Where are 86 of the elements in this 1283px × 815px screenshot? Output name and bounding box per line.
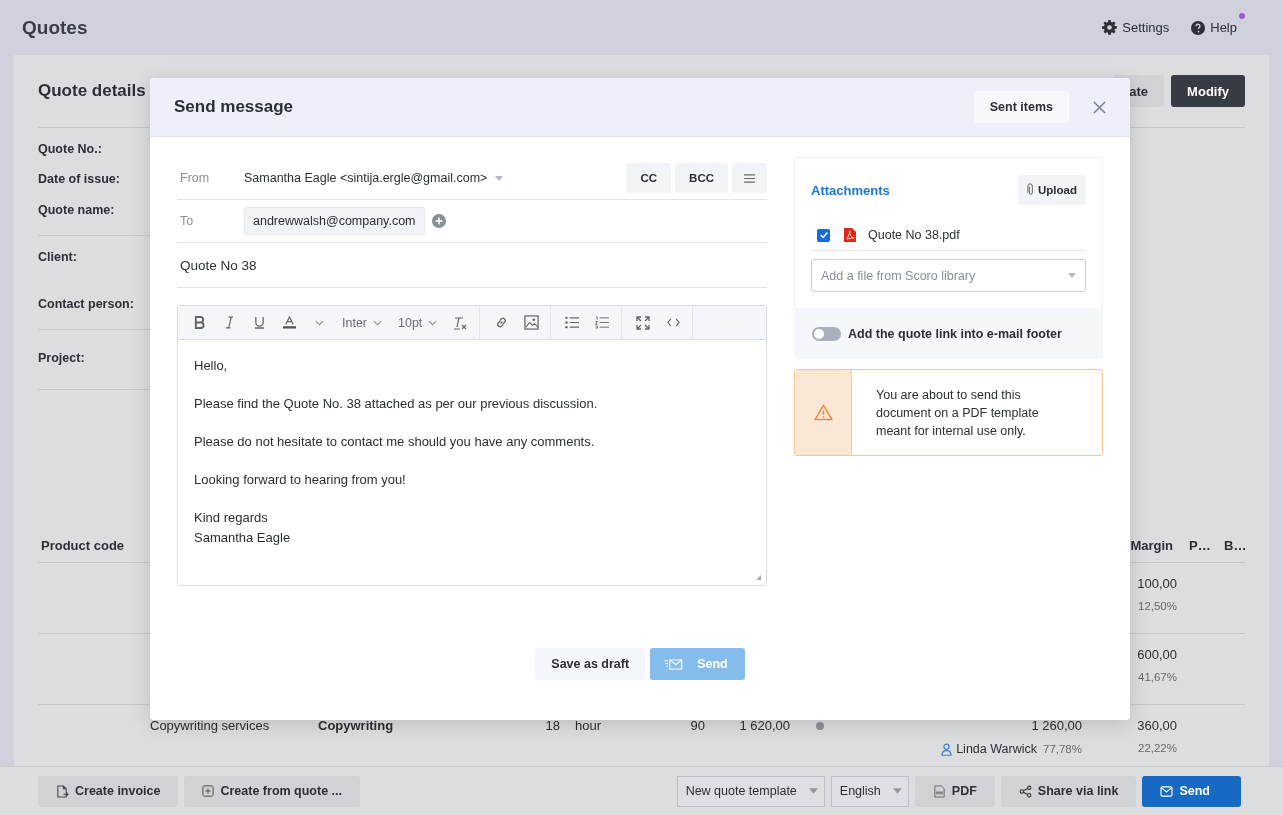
table-cell: 12,50% xyxy=(1138,600,1177,612)
table-cell: 1 260,00 xyxy=(1031,718,1082,733)
dialog-title: Send message xyxy=(174,97,294,117)
copy-button[interactable]: BCC xyxy=(675,163,728,193)
table-cell: 41,67% xyxy=(1138,671,1177,683)
attachments-title: Attachments xyxy=(811,182,890,198)
message-paragraph: Hello, xyxy=(194,357,229,375)
caret-icon xyxy=(495,175,504,181)
field-label: Quote No.: xyxy=(38,142,103,157)
toolbar-button[interactable]: Send xyxy=(1142,775,1241,807)
table-cell: 600,00 xyxy=(1137,647,1177,662)
document-icon xyxy=(932,784,946,798)
share-icon xyxy=(1018,784,1032,798)
size-dropdown[interactable]: 10pt xyxy=(390,315,446,330)
chevron-icon xyxy=(373,319,382,326)
help-link[interactable]: Help xyxy=(1191,20,1237,35)
file-name: Quote No 38.pdf xyxy=(868,228,960,242)
menu-button[interactable] xyxy=(732,163,767,193)
recipient-chip[interactable]: andrewwalsh@company.com xyxy=(244,207,425,235)
warning-text: You are about to send this document on a PDF template meant for internal use only. xyxy=(875,386,1040,440)
menu-icon xyxy=(744,173,755,183)
table-cell: 100,00 xyxy=(1137,576,1177,591)
message-paragraph: Please find the Quote No. 38 attached as per our previous discussion. xyxy=(194,395,599,413)
add-icon[interactable] xyxy=(431,214,446,228)
to-label: To xyxy=(179,214,195,228)
warning-icon xyxy=(813,404,833,421)
table-cell: 22,22% xyxy=(1138,742,1177,754)
message-paragraph: Looking forward to hearing from you! xyxy=(194,471,407,489)
caret-icon xyxy=(892,788,902,794)
copy-button[interactable]: CC xyxy=(626,163,672,193)
sent-items-button[interactable]: Sent items xyxy=(973,91,1069,123)
field-label: Project: xyxy=(38,351,86,365)
column-header: P… xyxy=(1189,537,1211,553)
column-header: Product code xyxy=(41,537,125,553)
pdf-file-icon xyxy=(844,228,856,242)
from-label: From xyxy=(179,171,211,185)
person-icon xyxy=(941,742,953,756)
toolbar-button[interactable]: Create from quote ... xyxy=(184,775,360,807)
font-dropdown[interactable]: Inter xyxy=(334,315,390,330)
card-title: Quote details xyxy=(38,81,146,101)
plus-square-icon xyxy=(202,785,215,797)
field-label: Contact person: xyxy=(38,297,135,311)
toolbar-button[interactable]: Share via link xyxy=(1000,775,1137,807)
page-title: Quotes xyxy=(22,16,88,39)
close-icon[interactable] xyxy=(1093,100,1106,114)
toggle-switch[interactable] xyxy=(812,326,841,341)
envelope-icon xyxy=(1160,785,1174,797)
dropdown[interactable]: New quote template xyxy=(676,775,825,807)
header-button[interactable]: Modify xyxy=(1171,75,1245,107)
checkbox[interactable] xyxy=(817,228,830,242)
table-cell: Copywriting services xyxy=(150,718,270,733)
field-label: Date of issue: xyxy=(38,172,121,187)
message-paragraph: Kind regards Samantha Eagle xyxy=(194,509,292,547)
upload-button[interactable]: Upload xyxy=(1018,175,1086,205)
caret-icon xyxy=(808,788,818,794)
table-cell: 77,78% xyxy=(1043,743,1082,755)
table-cell: 18 xyxy=(545,718,560,733)
settings-icon xyxy=(1102,20,1118,35)
column-header: B… xyxy=(1224,537,1247,553)
field-label: Client: xyxy=(38,250,78,264)
help-icon xyxy=(1191,20,1206,35)
save-draft-button[interactable]: Save as draft xyxy=(535,648,646,680)
chevron-icon xyxy=(428,319,438,326)
toolbar-button[interactable]: Create invoice xyxy=(38,775,179,807)
message-editor[interactable] xyxy=(177,305,767,586)
column-header: Margin xyxy=(1130,537,1173,553)
paperclip-icon xyxy=(1027,183,1034,197)
table-cell: Copywriting xyxy=(318,718,394,733)
table-cell: 1 620,00 xyxy=(739,718,790,733)
table-cell: 90 xyxy=(690,718,705,733)
table-cell: 360,00 xyxy=(1137,718,1177,733)
message-paragraph: Please do not hesitate to contact me should you have any comments. xyxy=(194,433,596,451)
dropdown[interactable]: English xyxy=(830,775,909,807)
status-dot xyxy=(816,722,824,730)
envelope-icon xyxy=(664,658,684,670)
field-label: Quote name: xyxy=(38,202,116,217)
caret-icon xyxy=(1068,273,1076,278)
document-icon xyxy=(56,784,69,798)
table-cell: hour xyxy=(575,718,602,733)
resize-handle[interactable] xyxy=(756,575,761,580)
toolbar-button[interactable]: PDF xyxy=(914,775,995,807)
sender-dropdown[interactable]: Samantha Eagle <sintija.ergle@gmail.com> xyxy=(244,171,504,185)
toggle-label: Add the quote link into e-mail footer xyxy=(848,326,1062,341)
settings-link[interactable]: Settings xyxy=(1102,20,1170,35)
subject-field[interactable]: Quote No 38 xyxy=(180,257,257,273)
person-name: Linda Warwick xyxy=(941,742,1037,756)
